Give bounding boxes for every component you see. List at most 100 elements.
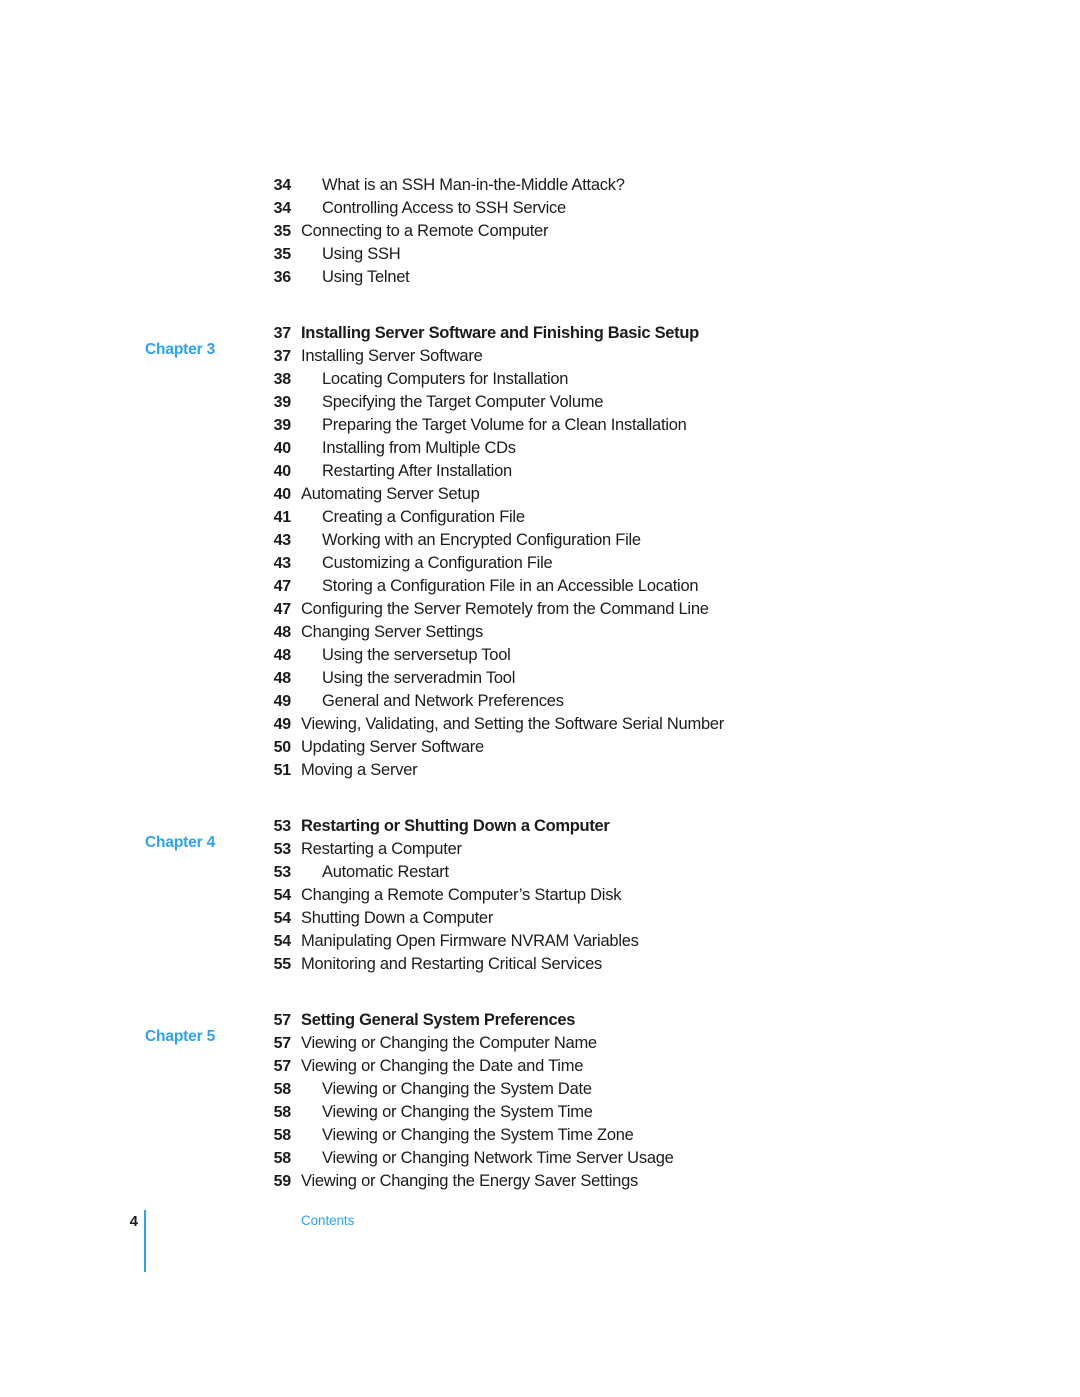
toc-entry-title[interactable]: Configuring the Server Remotely from the…: [291, 598, 709, 621]
toc-entry-title[interactable]: Changing a Remote Computer’s Startup Dis…: [291, 884, 621, 907]
toc-entry-row[interactable]: 40 Automating Server Setup: [0, 483, 1080, 506]
footer-page-number: 4: [129, 1213, 138, 1230]
toc-page-number: 48: [273, 670, 292, 687]
toc-entry-title[interactable]: Creating a Configuration File: [291, 506, 525, 529]
toc-page-number: 59: [273, 1173, 292, 1190]
toc-page-number: 54: [273, 887, 292, 904]
toc-entry-row[interactable]: 40 Installing from Multiple CDs: [0, 437, 1080, 460]
toc-entry-title[interactable]: Using the serveradmin Tool: [291, 667, 515, 690]
toc-entry-title[interactable]: Locating Computers for Installation: [291, 368, 568, 391]
toc-entry-title[interactable]: Restarting After Installation: [291, 460, 512, 483]
toc-entry-title[interactable]: Manipulating Open Firmware NVRAM Variabl…: [291, 930, 639, 953]
toc-entry-title[interactable]: Viewing or Changing the Energy Saver Set…: [291, 1170, 638, 1193]
toc-entry-title[interactable]: Viewing or Changing the System Date: [291, 1078, 592, 1101]
toc-entry-row[interactable]: 48 Using the serveradmin Tool: [0, 667, 1080, 690]
toc-page-number: 40: [273, 486, 292, 503]
toc-entry-row[interactable]: 53 Automatic Restart: [0, 861, 1080, 884]
toc-entry-title[interactable]: Shutting Down a Computer: [291, 907, 493, 930]
toc-chapter-title[interactable]: Installing Server Software and Finishing…: [291, 322, 699, 345]
toc-entry-row[interactable]: 49 General and Network Preferences: [0, 690, 1080, 713]
toc-entry-row[interactable]: 58 Viewing or Changing Network Time Serve…: [0, 1147, 1080, 1170]
toc-entry-title[interactable]: Moving a Server: [291, 759, 418, 782]
toc-entry-title[interactable]: Viewing or Changing the Date and Time: [291, 1055, 583, 1078]
toc-entry-row[interactable]: 58 Viewing or Changing the System Date: [0, 1078, 1080, 1101]
toc-entry-row[interactable]: 54 Changing a Remote Computer’s Startup D…: [0, 884, 1080, 907]
toc-entry-title[interactable]: Automatic Restart: [291, 861, 449, 884]
toc-entry-row[interactable]: 39 Preparing the Target Volume for a Clea…: [0, 414, 1080, 437]
toc-chapter-row[interactable]: Chapter 3 37 Installing Server Software an…: [0, 322, 1080, 358]
toc-entry-row[interactable]: 49 Viewing, Validating, and Setting the S…: [0, 713, 1080, 736]
toc-page-number: 36: [273, 269, 292, 286]
toc-entry-row[interactable]: 41 Creating a Configuration File: [0, 506, 1080, 529]
toc-page-number: 35: [273, 223, 292, 240]
toc-page-number: 58: [273, 1104, 292, 1121]
toc-page-number: 41: [273, 509, 292, 526]
toc-entry-title[interactable]: Customizing a Configuration File: [291, 552, 553, 575]
toc-entry-title[interactable]: Viewing or Changing the Computer Name: [291, 1032, 597, 1055]
toc-entry-row[interactable]: 54 Manipulating Open Firmware NVRAM Varia…: [0, 930, 1080, 953]
toc-entry-title[interactable]: What is an SSH Man-in-the-Middle Attack?: [291, 174, 625, 197]
toc-page-number: 58: [273, 1150, 292, 1167]
toc-entry-row[interactable]: 39 Specifying the Target Computer Volume: [0, 391, 1080, 414]
toc-chapter-title[interactable]: Setting General System Preferences: [291, 1009, 575, 1032]
toc-entry-row[interactable]: 47 Storing a Configuration File in an Acc…: [0, 575, 1080, 598]
toc-entry-row[interactable]: 40 Restarting After Installation: [0, 460, 1080, 483]
toc-entry-title[interactable]: Viewing or Changing Network Time Server …: [291, 1147, 674, 1170]
toc-page-number: 49: [273, 693, 292, 710]
toc-entry-row[interactable]: 54 Shutting Down a Computer: [0, 907, 1080, 930]
toc-entry-row[interactable]: 38 Locating Computers for Installation: [0, 368, 1080, 391]
toc-entry-row[interactable]: 50 Updating Server Software: [0, 736, 1080, 759]
toc-entry-title[interactable]: Controlling Access to SSH Service: [291, 197, 566, 220]
toc-chapter-title[interactable]: Restarting or Shutting Down a Computer: [291, 815, 610, 838]
footer-divider-rule: [144, 1210, 146, 1272]
toc-entry-row[interactable]: 55 Monitoring and Restarting Critical Ser…: [0, 953, 1080, 976]
toc-entry-row[interactable]: 58 Viewing or Changing the System Time: [0, 1101, 1080, 1124]
toc-entry-title[interactable]: General and Network Preferences: [291, 690, 564, 713]
toc-entry-title[interactable]: Using SSH: [291, 243, 401, 266]
toc-page: 34 What is an SSH Man-in-the-Middle Attac…: [0, 0, 1080, 1397]
toc-entry-title[interactable]: Storing a Configuration File in an Acces…: [291, 575, 699, 598]
toc-entry-title[interactable]: Installing from Multiple CDs: [291, 437, 516, 460]
toc-page-number: 54: [273, 910, 292, 927]
toc-entry-row[interactable]: 57 Viewing or Changing the Date and Time: [0, 1055, 1080, 1078]
toc-entry-title[interactable]: Viewing or Changing the System Time Zone: [291, 1124, 634, 1147]
toc-entry-title[interactable]: Restarting a Computer: [291, 838, 462, 861]
toc-entry-row[interactable]: 34 What is an SSH Man-in-the-Middle Attac…: [0, 174, 1080, 197]
toc-entry-row[interactable]: 43 Customizing a Configuration File: [0, 552, 1080, 575]
toc-chapter-row[interactable]: Chapter 5 57 Setting General System Prefer…: [0, 1009, 1080, 1045]
toc-entry-title[interactable]: Connecting to a Remote Computer: [291, 220, 548, 243]
toc-page-number: 34: [273, 177, 292, 194]
toc-entry-row[interactable]: 36 Using Telnet: [0, 266, 1080, 289]
toc-entry-row[interactable]: 47 Configuring the Server Remotely from t…: [0, 598, 1080, 621]
toc-entry-title[interactable]: Updating Server Software: [291, 736, 484, 759]
toc-entry-title[interactable]: Monitoring and Restarting Critical Servi…: [291, 953, 602, 976]
toc-entry-title[interactable]: Viewing, Validating, and Setting the Sof…: [291, 713, 724, 736]
page-footer: 4 Contents: [0, 1205, 1080, 1285]
toc-entry-title[interactable]: Viewing or Changing the System Time: [291, 1101, 593, 1124]
toc-page-number: 35: [273, 246, 292, 263]
toc-entry-title[interactable]: Installing Server Software: [291, 345, 483, 368]
toc-entry-title[interactable]: Automating Server Setup: [291, 483, 480, 506]
toc-entry-row[interactable]: 35 Connecting to a Remote Computer: [0, 220, 1080, 243]
toc-entry-row[interactable]: 48 Changing Server Settings: [0, 621, 1080, 644]
toc-entry-title[interactable]: Using Telnet: [291, 266, 410, 289]
toc-entry-title[interactable]: Preparing the Target Volume for a Clean …: [291, 414, 687, 437]
toc-entry-title[interactable]: Changing Server Settings: [291, 621, 483, 644]
toc-page-number: 53: [273, 864, 292, 881]
toc-entry-title[interactable]: Using the serversetup Tool: [291, 644, 511, 667]
toc-page-number: 55: [273, 956, 292, 973]
toc-chapter-label-text: Chapter 3: [145, 341, 216, 358]
toc-entry-title[interactable]: Specifying the Target Computer Volume: [291, 391, 603, 414]
toc-page-number: 58: [273, 1081, 292, 1098]
toc-chapter-row[interactable]: Chapter 4 53 Restarting or Shutting Down a…: [0, 815, 1080, 851]
toc-entry-row[interactable]: 51 Moving a Server: [0, 759, 1080, 782]
toc-entry-row[interactable]: 34 Controlling Access to SSH Service: [0, 197, 1080, 220]
toc-entry-title[interactable]: Working with an Encrypted Configuration …: [291, 529, 641, 552]
toc-page-number: 47: [273, 601, 292, 618]
toc-chapter-label-text: Chapter 5: [145, 1028, 216, 1045]
toc-entry-row[interactable]: 35 Using SSH: [0, 243, 1080, 266]
toc-entry-row[interactable]: 48 Using the serversetup Tool: [0, 644, 1080, 667]
toc-entry-row[interactable]: 58 Viewing or Changing the System Time Zo…: [0, 1124, 1080, 1147]
toc-entry-row[interactable]: 59 Viewing or Changing the Energy Saver S…: [0, 1170, 1080, 1193]
toc-entry-row[interactable]: 43 Working with an Encrypted Configuratio…: [0, 529, 1080, 552]
